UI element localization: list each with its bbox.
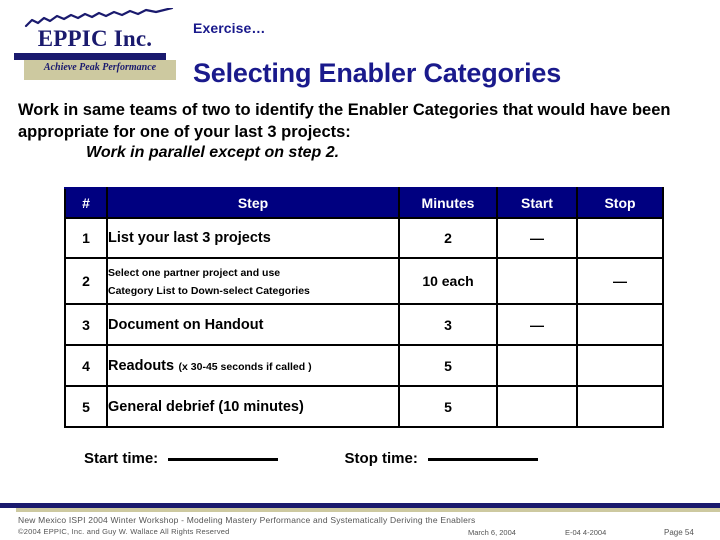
schedule-table-wrap: # Step Minutes Start Stop 1 List your la… (64, 187, 664, 428)
schedule-table: # Step Minutes Start Stop 1 List your la… (64, 187, 664, 428)
footer-workshop-title: New Mexico ISPI 2004 Winter Workshop - M… (18, 515, 476, 525)
row-stop[interactable]: — (576, 257, 664, 305)
row-start[interactable] (496, 257, 578, 305)
row-step: List your last 3 projects (106, 217, 400, 259)
table-body: 1 List your last 3 projects 2 — 2 Select… (64, 217, 664, 428)
intro-paragraph: Work in same teams of two to identify th… (18, 101, 671, 141)
footer-page-number: Page 54 (664, 528, 694, 537)
footer-tan-bar (16, 508, 720, 512)
row-number: 5 (64, 385, 108, 428)
footer-date: March 6, 2004 (468, 528, 516, 537)
row-minutes: 10 each (398, 257, 498, 305)
row-start[interactable]: — (496, 303, 578, 346)
table-row: 2 Select one partner project and use Cat… (64, 257, 664, 305)
row-step-main: Document on Handout (108, 316, 264, 333)
row-number: 2 (64, 257, 108, 305)
start-time-label: Start time: (84, 450, 159, 467)
row-step: Select one partner project and use Categ… (106, 257, 400, 305)
start-time-input[interactable] (168, 458, 279, 461)
col-header-minutes: Minutes (398, 187, 498, 219)
slide-kicker: Exercise… (193, 20, 266, 36)
row-start[interactable]: — (496, 217, 578, 259)
footer-doc-code: E-04 4-2004 (565, 528, 607, 537)
logo-navy-bar (14, 53, 166, 60)
logo-wordmark: EPPIC Inc. (37, 26, 153, 51)
stop-time-input[interactable] (428, 458, 539, 461)
row-number: 4 (64, 344, 108, 387)
table-row: 5 General debrief (10 minutes) 5 (64, 385, 664, 428)
row-step-main: List your last 3 projects (108, 230, 271, 246)
row-minutes: 5 (398, 344, 498, 387)
row-minutes: 2 (398, 217, 498, 259)
row-step-main: General debrief (10 minutes) (108, 398, 304, 415)
row-step-paren: (x 30-45 seconds if called ) (178, 360, 312, 373)
footer-copyright: ©2004 EPPIC, Inc. and Guy W. Wallace All… (18, 527, 230, 536)
table-row: 1 List your last 3 projects 2 — (64, 217, 664, 259)
row-stop[interactable] (576, 217, 664, 259)
row-step: General debrief (10 minutes) (106, 385, 400, 428)
row-start[interactable] (496, 385, 578, 428)
time-entry-row: Start time: Stop time: (84, 450, 684, 467)
row-step-main: Readouts (108, 357, 175, 374)
row-step: Readouts (x 30-45 seconds if called ) (106, 344, 400, 387)
table-row: 4 Readouts (x 30-45 seconds if called ) … (64, 344, 664, 387)
row-stop[interactable] (576, 303, 664, 346)
row-minutes: 5 (398, 385, 498, 428)
intro-sub-note: Work in parallel except on step 2. (86, 144, 340, 161)
row-number: 3 (64, 303, 108, 346)
col-header-stop: Stop (576, 187, 664, 219)
row-start[interactable] (496, 344, 578, 387)
stop-time-label: Stop time: (344, 450, 418, 467)
table-row: 3 Document on Handout 3 — (64, 303, 664, 346)
row-number: 1 (64, 217, 108, 259)
col-header-start: Start (496, 187, 578, 219)
table-header: # Step Minutes Start Stop (64, 187, 664, 219)
row-step-sub: Select one partner project and use Categ… (108, 267, 310, 297)
row-stop[interactable] (576, 344, 664, 387)
col-header-step: Step (106, 187, 400, 219)
logo-tagline: Achieve Peak Performance (43, 62, 157, 73)
row-minutes: 3 (398, 303, 498, 346)
col-header-number: # (64, 187, 108, 219)
row-step: Document on Handout (106, 303, 400, 346)
row-stop[interactable] (576, 385, 664, 428)
page-title: Selecting Enabler Categories (193, 58, 562, 89)
table-header-row: # Step Minutes Start Stop (64, 187, 664, 219)
eppic-logo: EPPIC Inc. Achieve Peak Performance (14, 6, 176, 80)
